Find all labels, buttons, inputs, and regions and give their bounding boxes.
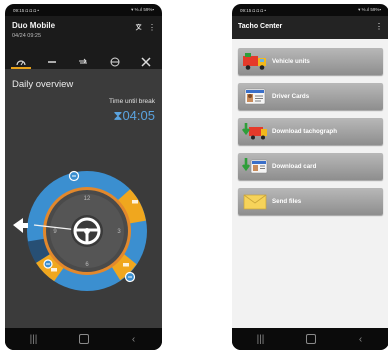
- envelope-icon: [238, 188, 272, 215]
- break-countdown: 04:05: [122, 108, 155, 123]
- status-bar: 09:15 ◘ ◘ ◘ • ▾ ℅.ıl 59%▪: [5, 4, 162, 16]
- home-button[interactable]: [78, 334, 89, 344]
- vehicle-units-label: Vehicle units: [272, 58, 310, 65]
- back-button[interactable]: ‹: [349, 334, 373, 345]
- segment-truck-icon: [132, 200, 138, 204]
- status-left: 09:15 ◘ ◘ ◘ •: [13, 7, 39, 13]
- daily-overview-title: Daily overview: [12, 79, 74, 90]
- segment-bed-icon: [123, 263, 129, 267]
- download-card-icon: [238, 153, 272, 180]
- status-bar: 09:15 ◘ ◘ ◘ • ▾ ℅.ıl 59%▪: [232, 4, 388, 16]
- tab-transfer[interactable]: [70, 54, 96, 69]
- download-card-button[interactable]: Download card: [238, 153, 383, 180]
- app-header: Tacho Center ⋮: [232, 16, 388, 39]
- tab-steering[interactable]: [102, 54, 128, 69]
- back-button[interactable]: ‹: [122, 334, 146, 345]
- truck-icon: [238, 48, 272, 75]
- tacho-center-screen: Tacho Center ⋮ Vehicle units Driver Card…: [232, 16, 388, 328]
- driver-card-icon: [238, 83, 272, 110]
- current-time-pointer-icon: [13, 218, 28, 233]
- recents-button[interactable]: |||: [249, 334, 273, 345]
- android-nav-bar: ||| ‹: [5, 328, 162, 350]
- home-button[interactable]: [305, 334, 316, 344]
- android-nav-bar: ||| ‹: [232, 328, 388, 350]
- activity-clock-chart[interactable]: 12 3 6 9: [5, 166, 162, 316]
- time-until-break-label: Time until break: [109, 98, 155, 105]
- ring-badge-bottom-icon: [124, 271, 136, 283]
- tick-label-12: 12: [84, 196, 91, 202]
- segment-driving-icon: [51, 268, 57, 272]
- right-phone: 09:15 ◘ ◘ ◘ • ▾ ℅.ıl 59%▪ Tacho Center ⋮…: [232, 4, 388, 350]
- send-files-button[interactable]: Send files: [238, 188, 383, 215]
- status-right: ▾ ℅.ıl 59%▪: [358, 7, 381, 12]
- driver-cards-label: Driver Cards: [272, 93, 310, 100]
- vehicle-units-button[interactable]: Vehicle units: [238, 48, 383, 75]
- tools-icon: [141, 56, 151, 67]
- left-phone: 09:15 ◘ ◘ ◘ • ▾ ℅.ıl 59%▪ Duo Mobile 04/…: [5, 4, 162, 350]
- app-title: Tacho Center: [238, 23, 283, 30]
- ring-badge-top-icon: [68, 170, 80, 182]
- ring-badge-left-icon: [43, 259, 53, 269]
- road-icon: [48, 60, 57, 63]
- status-left: 09:15 ◘ ◘ ◘ •: [240, 7, 266, 13]
- app-title: Duo Mobile: [12, 21, 56, 30]
- download-tachograph-icon: [238, 118, 272, 145]
- overflow-menu-icon[interactable]: ⋮: [375, 22, 383, 31]
- translate-icon[interactable]: [135, 23, 144, 34]
- tab-overview[interactable]: [8, 54, 34, 69]
- download-tachograph-label: Download tachograph: [272, 128, 337, 135]
- tab-tools[interactable]: [133, 54, 159, 69]
- tab-driving[interactable]: [39, 54, 65, 69]
- tab-bar: [5, 54, 162, 69]
- gauge-icon: [16, 59, 26, 65]
- status-right: ▾ ℅.ıl 59%▪: [131, 7, 154, 12]
- steering-wheel-icon: [110, 57, 120, 66]
- arrows-icon: [79, 58, 88, 63]
- header-datetime: 04/24 09:25: [12, 33, 42, 39]
- time-until-break-value: ⧗04:05: [113, 108, 155, 124]
- driver-cards-button[interactable]: Driver Cards: [238, 83, 383, 110]
- recents-button[interactable]: |||: [22, 334, 46, 345]
- download-card-label: Download card: [272, 163, 317, 170]
- send-files-label: Send files: [272, 198, 302, 205]
- app-header: Duo Mobile 04/24 09:25 ⋮: [5, 16, 162, 54]
- overflow-menu-icon[interactable]: ⋮: [148, 23, 156, 32]
- download-tachograph-button[interactable]: Download tachograph: [238, 118, 383, 145]
